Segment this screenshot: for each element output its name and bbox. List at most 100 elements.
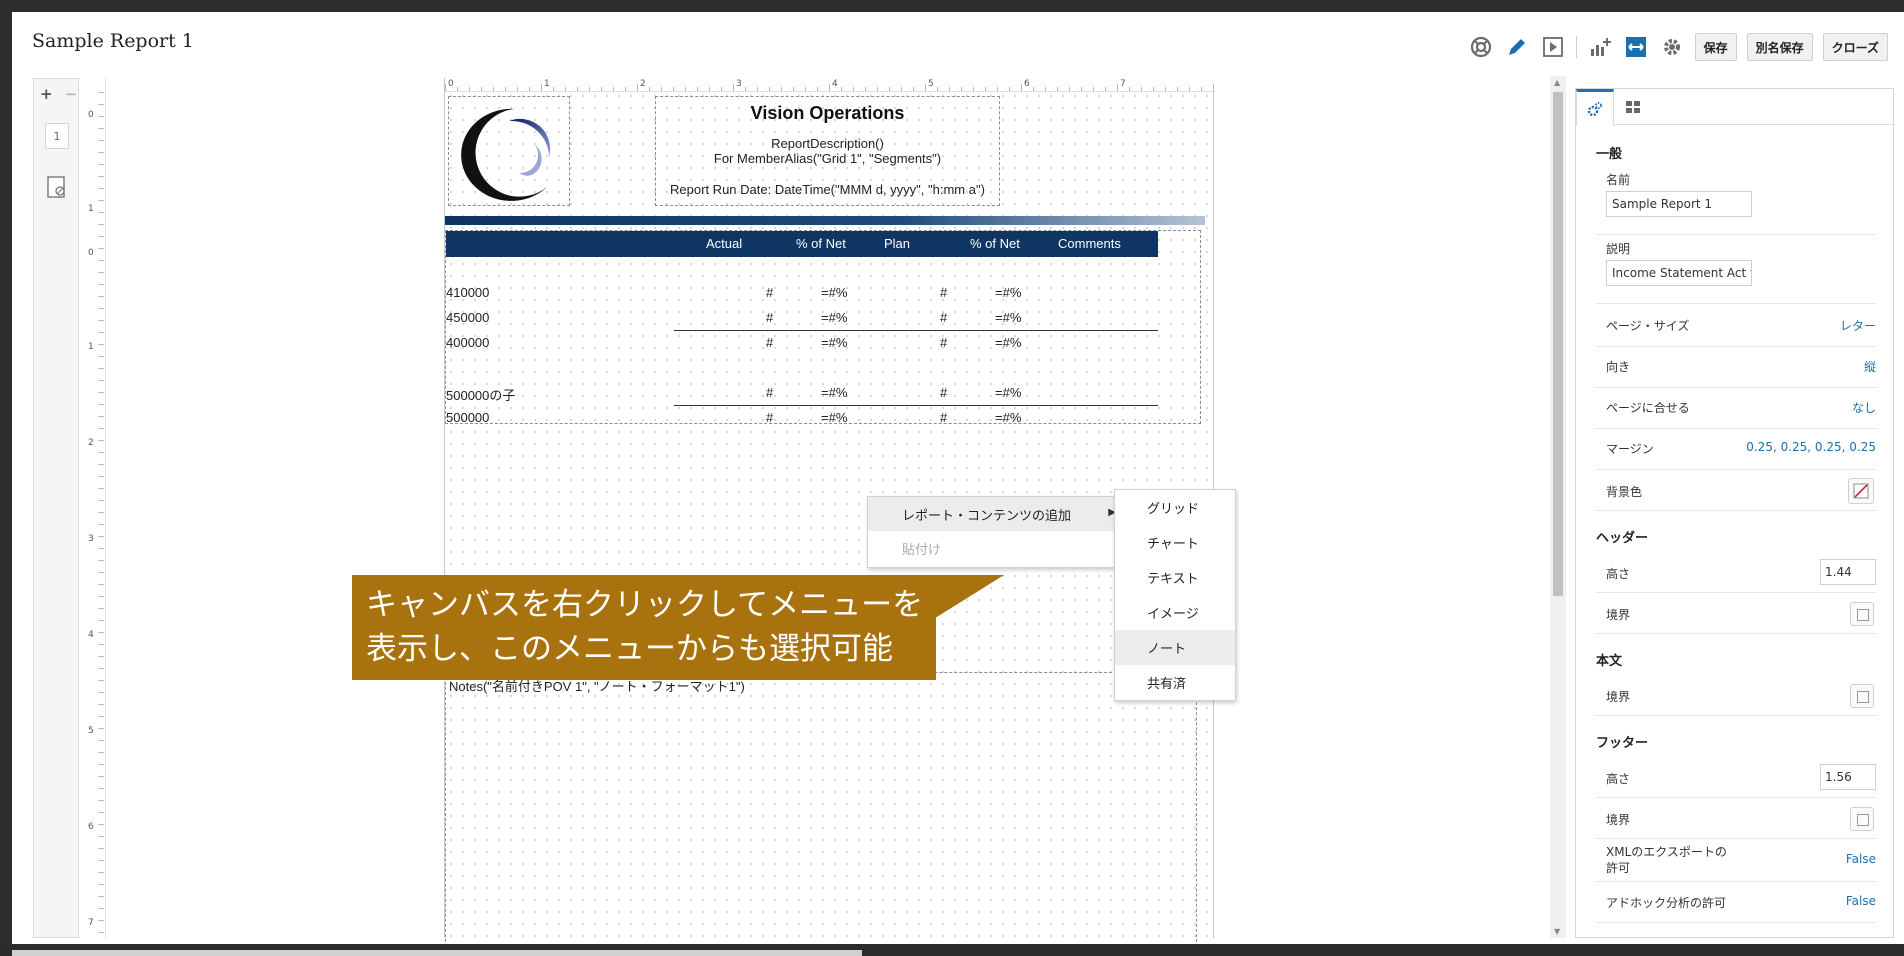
grid-row-label: 410000 [446,285,490,300]
tab-properties[interactable] [1576,89,1614,126]
ruler-tick [541,84,542,91]
window-title: Sample Report 1 [32,30,194,52]
prop-header-border-label: 境界 [1606,608,1631,622]
adhoc-value[interactable]: False [1846,894,1876,908]
chart-add-icon[interactable] [1587,34,1613,60]
ruler-tick [1201,87,1202,91]
gear-icon[interactable] [1659,34,1685,60]
submenu-item-note[interactable]: ノート [1115,630,1235,665]
logo-image[interactable] [448,96,570,206]
ruler-tick [98,548,104,549]
fit-width-icon[interactable] [1623,34,1649,60]
page-thumbnail[interactable]: 1 [45,123,69,149]
submenu-item-grid[interactable]: グリッド [1115,490,1235,525]
horizontal-ruler: 0 1 2 3 4 5 6 7 [445,78,1215,92]
pencil-icon[interactable] [1504,34,1530,60]
ruler-tick [925,84,926,91]
page-size-value[interactable]: レター [1840,317,1876,334]
grid-row[interactable]: 500000の子 # =#% # =#% [446,385,1158,403]
play-icon[interactable] [1540,34,1566,60]
ruler-tick [98,692,104,693]
ruler-tick [98,848,104,849]
prop-row-header-border: 境界 [1596,594,1876,634]
footer-height-input[interactable]: 1.56 [1820,764,1876,790]
name-input[interactable]: Sample Report 1 [1606,191,1752,217]
ruler-tick [529,87,530,91]
ruler-tick [98,812,104,813]
header-height-input[interactable]: 1.44 [1820,559,1876,585]
ruler-tick [98,644,104,645]
scroll-up-icon[interactable]: ▲ [1554,78,1560,87]
ruler-tick [553,87,554,91]
ruler-label: 6 [1024,79,1030,89]
save-as-button[interactable]: 別名保存 [1746,33,1813,61]
ruler-tick [98,488,104,489]
body-border-checkbox[interactable] [1850,684,1874,708]
header-text-box[interactable]: Vision Operations ReportDescription() Fo… [655,96,1000,206]
submenu-item-text[interactable]: テキスト [1115,560,1235,595]
prop-footer-height-label: 高さ [1606,772,1631,786]
help-icon[interactable] [1468,34,1494,60]
notes-object[interactable]: Notes("名前付きPOV 1", "ノート・フォーマット1") [445,672,1197,942]
ruler-tick [1105,87,1106,91]
ruler-tick [889,87,890,91]
horizontal-scrollbar[interactable] [12,950,862,956]
submenu-item-image[interactable]: イメージ [1115,595,1235,630]
tab-layout[interactable] [1614,89,1652,125]
description-input[interactable]: Income Statement Act vs [1606,260,1752,286]
grid-cell: # [940,335,948,350]
grid-row[interactable]: 450000 # =#% # =#% [446,310,1158,328]
ruler-tick [98,296,104,297]
ruler-tick [98,560,104,561]
grid-row[interactable]: 500000 # =#% # =#% [446,410,1158,424]
header-divider-bar [445,216,1205,225]
ruler-tick [757,87,758,91]
prop-adhoc-label: アドホック分析の許可 [1606,896,1727,910]
ruler-tick [98,260,104,261]
ruler-label: 7 [1120,79,1126,89]
fit-page-value[interactable]: なし [1852,399,1876,416]
menu-item-add-content[interactable]: レポート・コンテンツの追加 ▶ [868,497,1124,531]
save-button[interactable]: 保存 [1694,33,1737,61]
add-page-button[interactable]: + [40,85,53,103]
grid-cell: =#% [821,410,848,424]
ruler-tick [1009,87,1010,91]
ruler-tick [98,344,104,345]
xml-export-value[interactable]: False [1846,852,1876,866]
remove-page-button[interactable]: − [65,85,78,103]
ruler-tick [98,164,104,165]
ruler-tick [805,87,806,91]
context-menu: レポート・コンテンツの追加 ▶ 貼付け [867,496,1124,568]
add-content-submenu: グリッド チャート テキスト イメージ ノート 共有済 [1114,489,1236,701]
header-border-checkbox[interactable] [1850,602,1874,626]
grid-row[interactable]: 410000 # =#% # =#% [446,285,1158,303]
ruler-tick [457,87,458,91]
submenu-item-shared[interactable]: 共有済 [1115,665,1235,700]
bgcolor-swatch[interactable] [1848,478,1874,504]
ruler-tick [733,84,734,91]
close-button[interactable]: クローズ [1822,33,1888,61]
ruler-tick [601,87,602,91]
properties-panel: 一般 名前 Sample Report 1 説明 Income Statemen… [1575,88,1895,938]
canvas-vertical-scrollbar[interactable]: ▲ ▼ [1550,76,1566,938]
page-settings-icon[interactable] [46,175,68,201]
ruler-tick [973,87,974,91]
ruler-tick [98,824,104,825]
scroll-down-icon[interactable]: ▼ [1554,927,1560,936]
ruler-tick [793,87,794,91]
margin-value[interactable]: 0.25, 0.25, 0.25, 0.25 [1746,440,1876,454]
prop-row-bgcolor: 背景色 [1596,471,1876,511]
submenu-item-chart[interactable]: チャート [1115,525,1235,560]
grid-row[interactable]: 400000 # =#% # =#% [446,335,1158,353]
ruler-tick [98,128,104,129]
footer-border-checkbox[interactable] [1850,807,1874,831]
ruler-tick [98,272,104,273]
ruler-tick [445,84,446,91]
prop-header-height-label: 高さ [1606,567,1631,581]
orientation-value[interactable]: 縦 [1864,358,1876,375]
ruler-tick [98,752,104,753]
grid-object[interactable]: Actual % of Net Plan % of Net Comments 4… [445,230,1201,424]
scroll-thumb[interactable] [1553,92,1563,596]
ruler-tick [98,524,104,525]
ruler-tick [98,104,104,105]
